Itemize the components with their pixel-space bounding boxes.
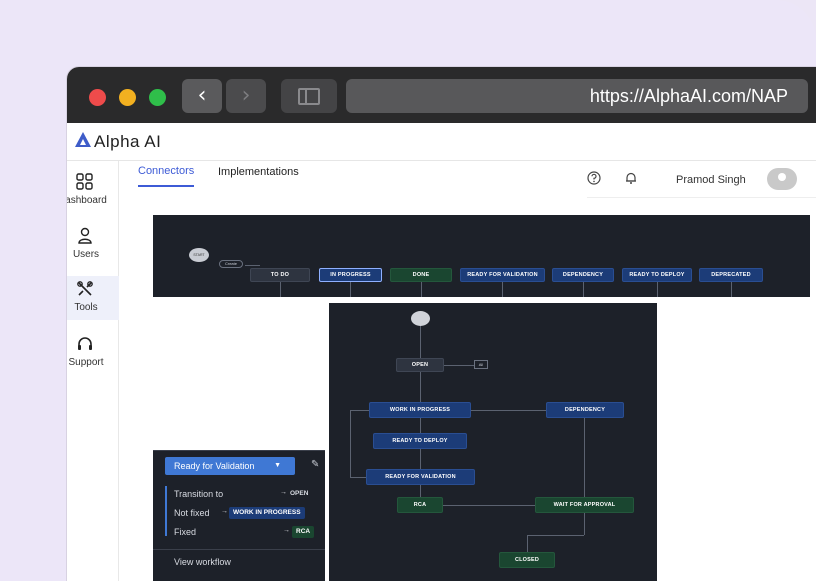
connector-line (527, 535, 528, 552)
connector-line (584, 418, 585, 497)
transition-label: Transition to (174, 489, 224, 499)
workflow-node-wip[interactable]: WORK IN PROGRESS (369, 402, 471, 418)
workflow-node-ready-validation[interactable]: READY FOR VALIDATION (366, 469, 475, 485)
forward-button[interactable]: › (226, 79, 266, 113)
connector-line (444, 365, 474, 366)
workflow-node-open[interactable]: OPEN (396, 358, 444, 372)
maximize-window-dot[interactable] (149, 89, 166, 106)
headset-icon (67, 335, 103, 353)
transition-label: Fixed (174, 527, 197, 537)
status-node[interactable]: IN PROGRESS (319, 268, 382, 282)
status-node[interactable]: DEPRECATED (699, 268, 763, 282)
workflow-node-dependency[interactable]: DEPENDENCY (546, 402, 624, 418)
address-bar[interactable]: https://AlphaAI.com/NAP (346, 79, 808, 113)
connector-line (420, 449, 421, 469)
workflow-node-ready-deploy[interactable]: READY TO DEPLOY (373, 433, 467, 449)
alpha-logo-icon (75, 132, 91, 147)
chevron-right-icon: › (241, 83, 251, 108)
arrow-right-icon: → (283, 527, 290, 534)
connector-line (502, 282, 503, 297)
app-header: Alpha AI (67, 123, 816, 161)
connector-line (471, 410, 546, 411)
connector-line (584, 513, 585, 535)
connector-line (421, 282, 422, 297)
sidebar-item-label: Users (72, 249, 100, 260)
browser-toolbar: ‹ › https://AlphaAI.com/NAP (67, 67, 816, 123)
workflow-node-rca[interactable]: RCA (397, 497, 443, 513)
all-transition-badge[interactable]: All (474, 360, 488, 369)
browser-window: ‹ › https://AlphaAI.com/NAP Alpha AI ash… (67, 67, 816, 581)
connector-line (350, 477, 366, 478)
sidebar-icon (298, 88, 320, 105)
workflow-node-closed[interactable]: CLOSED (499, 552, 555, 568)
status-dropdown[interactable]: Ready for Validation ▼ (165, 457, 295, 475)
create-transition[interactable]: Create (219, 260, 243, 268)
connector-line (245, 265, 260, 266)
minimize-window-dot[interactable] (119, 89, 136, 106)
sidebar-toggle-button[interactable] (281, 79, 337, 113)
connector-line (443, 505, 535, 506)
app-logo-text: Alpha AI (94, 132, 162, 151)
divider (153, 549, 325, 550)
connector-line (420, 485, 421, 497)
connector-line (731, 282, 732, 297)
back-button[interactable]: ‹ (182, 79, 222, 113)
tools-icon (67, 280, 103, 298)
avatar[interactable] (767, 168, 797, 190)
status-node[interactable]: TO DO (250, 268, 310, 282)
user-name: Pramod Singh (676, 174, 746, 186)
transition-target: RCA (292, 526, 315, 538)
status-node[interactable]: DONE (390, 268, 452, 282)
sidebar-item-label: Support (68, 357, 104, 368)
chevron-down-icon: ▼ (274, 462, 281, 469)
tab-connectors[interactable]: Connectors (138, 165, 195, 187)
sidebar-item-label: ashboard (67, 195, 107, 206)
transition-label: Not fixed (174, 508, 210, 518)
sidebar-item-dashboard[interactable]: ashboard (67, 169, 119, 213)
connector-line (350, 282, 351, 297)
user-icon (67, 227, 103, 245)
start-node: START (189, 248, 209, 262)
transition-panel: Ready for Validation ▼ ✎ Transition to →… (153, 450, 325, 581)
view-workflow-link[interactable]: View workflow (174, 557, 326, 567)
workflow-status-strip: START Create TO DO IN PROGRESS DONE READ… (153, 215, 810, 297)
arrow-right-icon: → (221, 508, 228, 515)
status-node[interactable]: READY TO DEPLOY (622, 268, 692, 282)
sidebar-item-users[interactable]: Users (67, 223, 119, 267)
connector-line (350, 410, 369, 411)
sidebar-item-support[interactable]: Support (67, 331, 119, 375)
status-node[interactable]: DEPENDENCY (552, 268, 614, 282)
workflow-diagram: OPEN All WORK IN PROGRESS DEPENDENCY REA… (329, 303, 657, 581)
sidebar-item-tools[interactable]: Tools (67, 276, 119, 320)
tab-implementations[interactable]: Implementations (218, 166, 299, 186)
arrow-right-icon: → (280, 489, 287, 496)
status-dropdown-label: Ready for Validation (174, 461, 255, 471)
connector-line (527, 535, 584, 536)
connector-line (420, 418, 421, 433)
workflow-node-wait[interactable]: WAIT FOR APPROVAL (535, 497, 634, 513)
connector-line (583, 282, 584, 297)
selection-indicator (165, 486, 167, 536)
edit-icon[interactable]: ✎ (311, 459, 321, 471)
connector-line (420, 326, 421, 358)
divider (587, 197, 816, 198)
close-window-dot[interactable] (89, 89, 106, 106)
chevron-left-icon: ‹ (197, 83, 207, 108)
connector-line (420, 372, 421, 402)
start-node (411, 311, 430, 326)
connector-line (657, 282, 658, 297)
help-icon[interactable] (587, 171, 601, 188)
transition-target: WORK IN PROGRESS (229, 507, 305, 519)
sidebar: ashboard Users Tools Support (67, 161, 119, 581)
connector-line (350, 410, 351, 477)
connector-line (280, 282, 281, 297)
bell-icon[interactable] (624, 171, 638, 188)
dashboard-grid-icon (67, 173, 103, 191)
transition-target: OPEN (290, 490, 309, 497)
status-node[interactable]: READY FOR VALIDATION (460, 268, 545, 282)
sidebar-item-label: Tools (74, 302, 98, 313)
